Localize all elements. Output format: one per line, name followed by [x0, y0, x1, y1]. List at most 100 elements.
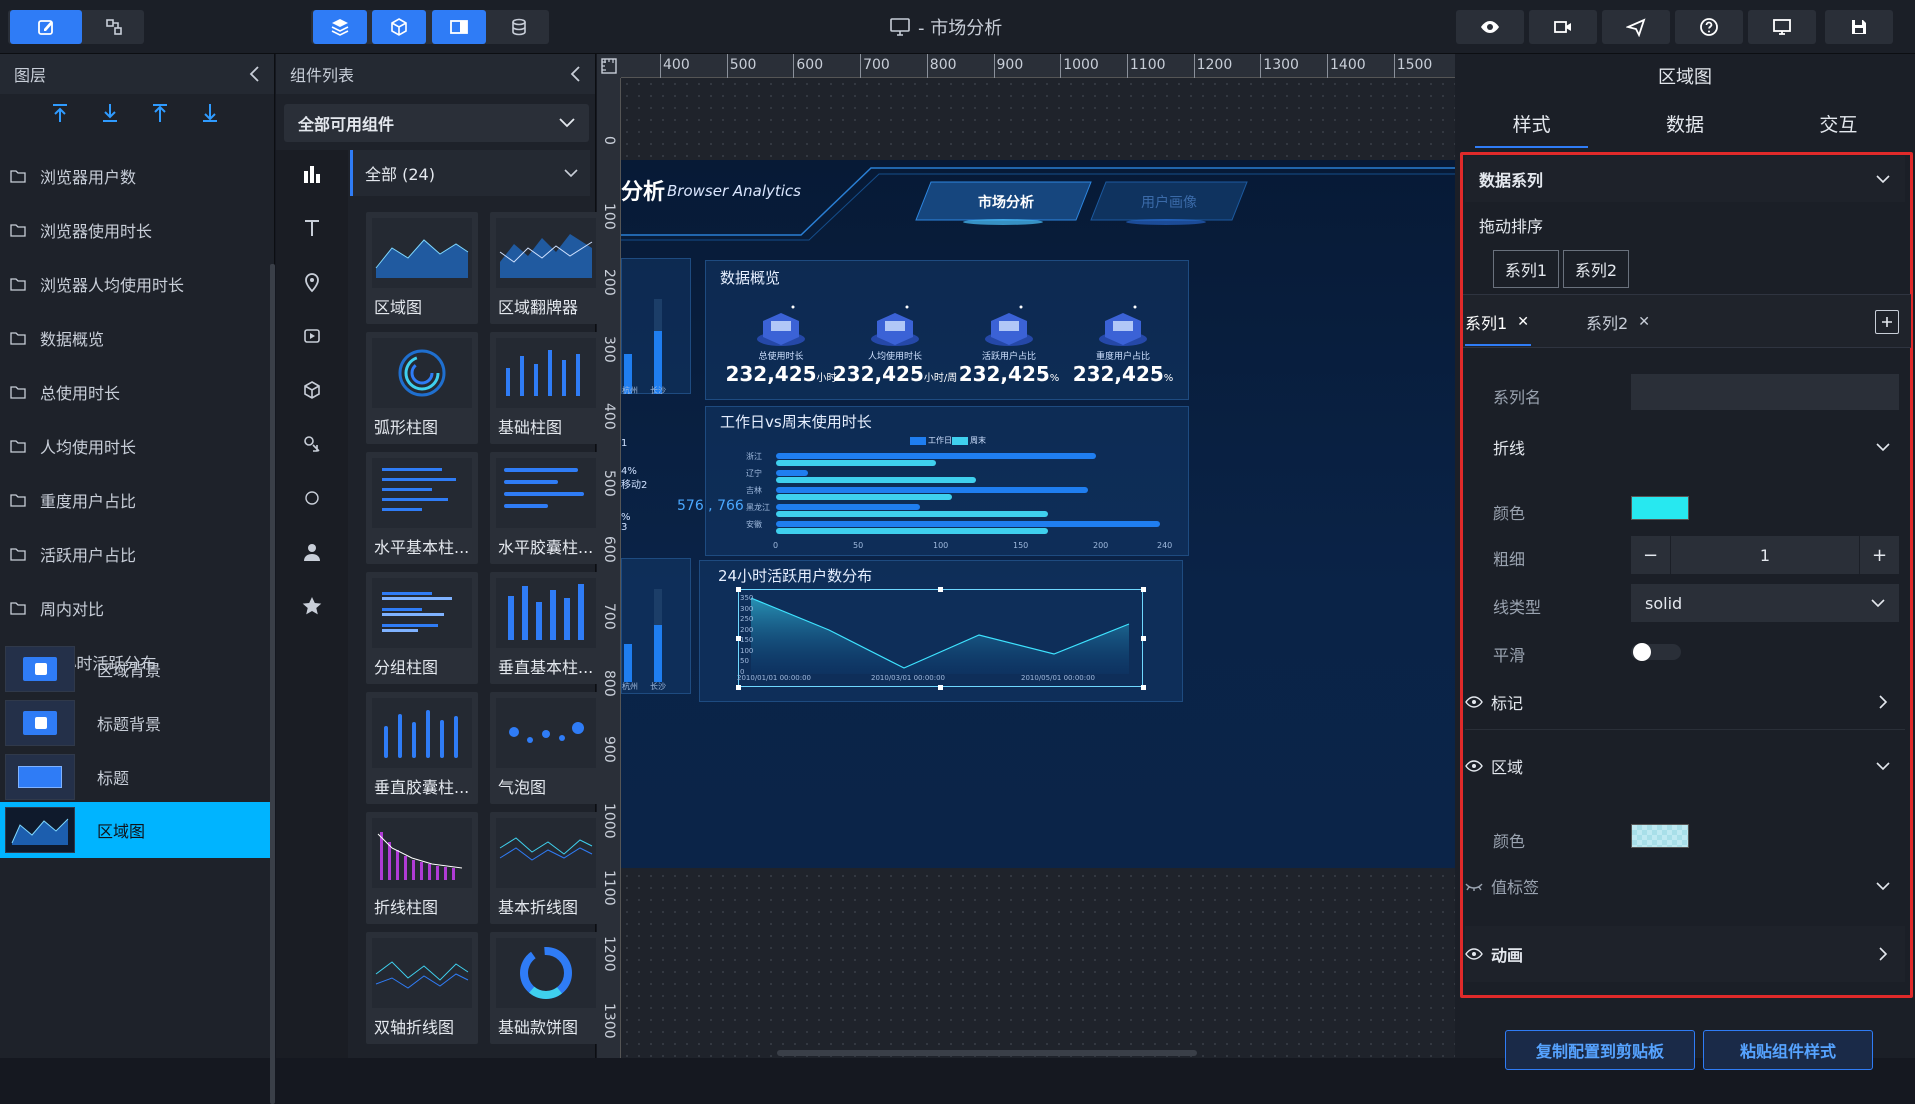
layer-item[interactable]: 浏览器使用时长 — [0, 204, 270, 256]
resize-handle[interactable] — [736, 685, 741, 690]
vertical-ruler[interactable]: 0 100 200 300 400 500 600 700 800 900 1000 1100 1200… — [597, 78, 621, 1058]
data-series-section[interactable]: 数据系列 — [1465, 156, 1905, 202]
value-label-section[interactable]: 值标签 — [1465, 858, 1905, 914]
component-card[interactable]: 弧形柱图 — [366, 332, 478, 444]
line-width-value[interactable]: 1 — [1671, 546, 1859, 565]
sort-chip[interactable]: 系列1 — [1493, 250, 1559, 288]
line-type-select[interactable]: solid — [1631, 584, 1899, 622]
close-icon[interactable]: ✕ — [1517, 314, 1529, 330]
resize-handle[interactable] — [938, 587, 943, 592]
copy-config-button[interactable]: 复制配置到剪贴板 — [1505, 1030, 1695, 1070]
area-color-swatch[interactable] — [1631, 824, 1689, 848]
series-name-input[interactable] — [1631, 374, 1899, 410]
component-card[interactable]: 水平胶囊柱... — [490, 452, 602, 564]
tab-interaction[interactable]: 交互 — [1762, 98, 1915, 148]
layers-toggle-button[interactable] — [313, 10, 367, 44]
horizontal-ruler[interactable]: 400 500 600 700 800 900 1000 1100 1200 1300 1400 15… — [621, 54, 1455, 78]
move-bottom-button[interactable] — [98, 101, 122, 125]
category-chart[interactable] — [296, 158, 328, 190]
component-card[interactable]: 区域翻牌器 — [490, 212, 602, 324]
animation-section[interactable]: 动画 — [1465, 926, 1905, 982]
line-section[interactable]: 折线 — [1465, 422, 1905, 472]
help-button[interactable] — [1675, 10, 1743, 44]
component-card[interactable]: 气泡图 — [490, 692, 602, 804]
marker-section[interactable]: 标记 — [1465, 674, 1905, 730]
layer-item[interactable]: 人均使用时长 — [0, 420, 270, 472]
resize-handle[interactable] — [736, 636, 741, 641]
sort-chip[interactable]: 系列2 — [1563, 250, 1629, 288]
category-3d[interactable] — [296, 374, 328, 406]
move-up-button[interactable] — [148, 101, 172, 125]
component-filter-select[interactable]: 全部可用组件 — [284, 104, 589, 142]
add-series-button[interactable] — [1875, 310, 1899, 334]
resize-handle[interactable] — [736, 587, 741, 592]
layer-item[interactable]: 标题背景 — [0, 692, 270, 754]
close-icon[interactable]: ✕ — [1638, 314, 1650, 330]
category-text[interactable] — [296, 212, 328, 244]
eye-icon[interactable] — [1465, 695, 1483, 709]
paste-style-button[interactable]: 粘贴组件样式 — [1703, 1030, 1873, 1070]
layer-item[interactable]: 活跃用户占比 — [0, 528, 270, 580]
screen-button[interactable] — [1748, 10, 1816, 44]
record-button[interactable] — [1529, 10, 1597, 44]
resize-handle[interactable] — [938, 685, 943, 690]
component-card[interactable]: 折线柱图 — [366, 812, 478, 924]
layer-item[interactable]: 浏览器用户数 — [0, 150, 270, 202]
category-all-select[interactable]: 全部 (24) — [350, 150, 590, 196]
canvas-hscroll[interactable] — [777, 1050, 1197, 1056]
layer-item[interactable]: 周内对比 — [0, 582, 270, 634]
move-down-button[interactable] — [198, 101, 222, 125]
category-user[interactable] — [296, 536, 328, 568]
layer-item[interactable]: 总使用时长 — [0, 366, 270, 418]
component-card[interactable]: 双轴折线图 — [366, 932, 478, 1044]
tab-data[interactable]: 数据 — [1608, 98, 1761, 148]
category-interaction[interactable] — [296, 428, 328, 460]
eye-closed-icon[interactable] — [1465, 879, 1483, 893]
component-card[interactable]: 基础款饼图 — [490, 932, 602, 1044]
area-chart-selection[interactable]: 350 300 250 200 150 100 50 0 2010/01/01 00:00:0… — [736, 587, 1146, 690]
component-card[interactable]: 垂直胶囊柱... — [366, 692, 478, 804]
component-card[interactable]: 基本折线图 — [490, 812, 602, 924]
collapse-left-icon[interactable] — [248, 66, 260, 82]
series-tab-2[interactable]: 系列2 ✕ — [1586, 310, 1650, 334]
layer-item[interactable]: 区域图 — [0, 802, 270, 858]
publish-button[interactable] — [1602, 10, 1670, 44]
smooth-toggle[interactable] — [1631, 643, 1681, 661]
layer-item[interactable]: 浏览器人均使用时长 — [0, 258, 270, 310]
tab-style[interactable]: 样式 — [1455, 98, 1608, 148]
component-card[interactable]: 分组柱图 — [366, 572, 478, 684]
layer-item[interactable]: 重度用户占比 — [0, 474, 270, 526]
increment-button[interactable]: + — [1859, 536, 1899, 574]
decrement-button[interactable]: − — [1631, 536, 1671, 574]
area-section[interactable]: 区域 — [1465, 738, 1905, 794]
resize-handle[interactable] — [1141, 685, 1146, 690]
layer-item[interactable]: 标题 — [0, 746, 270, 808]
component-card[interactable]: 水平基本柱... — [366, 452, 478, 564]
component-card[interactable]: 基础柱图 — [490, 332, 602, 444]
component-card[interactable]: 区域图 — [366, 212, 478, 324]
category-other[interactable] — [296, 482, 328, 514]
layers-scrollbar[interactable] — [270, 264, 275, 1104]
components-toggle-button[interactable] — [372, 10, 426, 44]
eye-icon[interactable] — [1465, 947, 1483, 961]
layer-item[interactable]: 区域背景 — [0, 638, 270, 700]
move-top-button[interactable] — [48, 101, 72, 125]
resize-handle[interactable] — [1141, 587, 1146, 592]
collapse-left-icon[interactable] — [569, 66, 581, 82]
flow-mode-button[interactable] — [84, 10, 144, 44]
category-map[interactable] — [296, 266, 328, 298]
data-source-button[interactable] — [492, 10, 546, 44]
layer-item[interactable]: 数据概览 — [0, 312, 270, 364]
panel-toggle-button[interactable] — [432, 10, 486, 44]
category-favorite[interactable] — [296, 590, 328, 622]
line-color-swatch[interactable] — [1631, 496, 1689, 520]
canvas-stage[interactable]: 分析 Browser Analytics 市场分析 用户画像 杭州 长沙 1 4… — [621, 78, 1455, 1058]
save-button[interactable] — [1825, 10, 1893, 44]
preview-button[interactable] — [1456, 10, 1524, 44]
series-tab-1[interactable]: 系列1 ✕ — [1465, 310, 1529, 334]
eye-icon[interactable] — [1465, 759, 1483, 773]
resize-handle[interactable] — [1141, 636, 1146, 641]
ruler-corner[interactable] — [597, 54, 621, 78]
category-media[interactable] — [296, 320, 328, 352]
component-card[interactable]: 垂直基本柱... — [490, 572, 602, 684]
